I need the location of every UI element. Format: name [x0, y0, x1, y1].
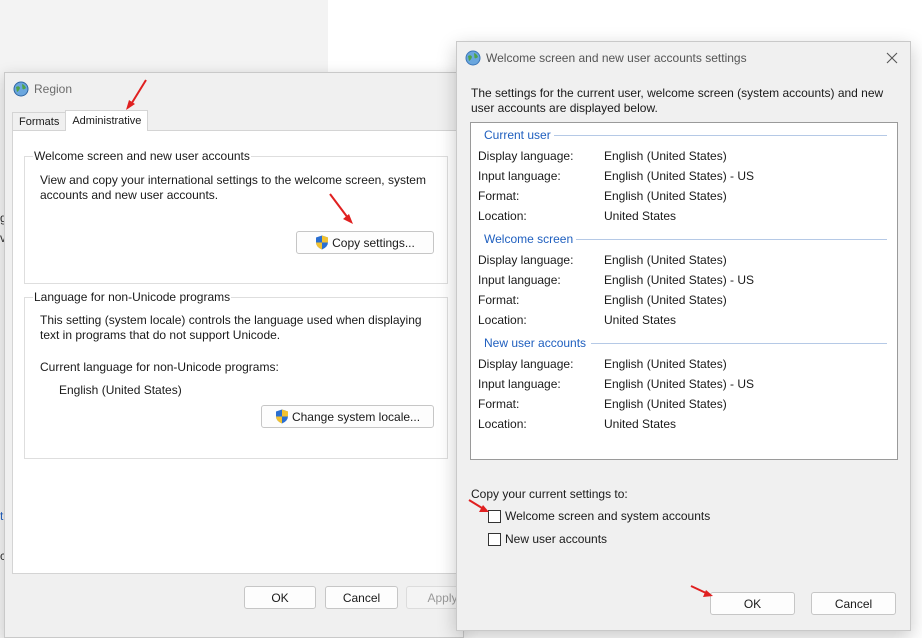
- copy-settings-button[interactable]: Copy settings...: [296, 231, 434, 254]
- tab-administrative[interactable]: Administrative: [65, 110, 149, 131]
- new-user-accounts-checkbox[interactable]: [488, 532, 501, 546]
- row-label: Display language:: [478, 149, 574, 163]
- region-title-bar[interactable]: Region: [5, 73, 463, 105]
- row-value: English (United States): [604, 357, 727, 371]
- change-system-locale-button[interactable]: Change system locale...: [261, 405, 434, 428]
- row-value: United States: [604, 417, 677, 431]
- region-tabs: Formats Administrative: [12, 110, 149, 131]
- welcome-screen-checkbox-row[interactable]: Welcome screen and system accounts: [488, 509, 710, 523]
- current-language-label: Current language for non-Unicode program…: [40, 360, 279, 374]
- welcome-cancel-button[interactable]: Cancel: [811, 592, 896, 615]
- shield-icon: [316, 235, 329, 250]
- region-title: Region: [34, 82, 73, 96]
- section-divider: [575, 239, 887, 240]
- section-heading-current-user: Current user: [484, 128, 554, 142]
- copy-to-label: Copy your current settings to:: [471, 487, 628, 501]
- row-label: Format:: [478, 189, 520, 203]
- change-system-locale-label: Change system locale...: [291, 409, 421, 424]
- row-value: United States: [604, 209, 677, 223]
- row-label: Input language:: [478, 273, 561, 287]
- row-label: Input language:: [478, 377, 561, 391]
- annotation-arrow-icon: [690, 585, 713, 597]
- welcome-ok-button[interactable]: OK: [710, 592, 795, 615]
- new-user-accounts-checkbox-row[interactable]: New user accounts: [488, 532, 607, 546]
- row-label: Display language:: [478, 357, 574, 371]
- current-language-value: English (United States): [59, 383, 182, 397]
- globe-icon: [465, 50, 481, 66]
- section-divider: [551, 135, 887, 136]
- row-label: Location:: [478, 417, 527, 431]
- annotation-arrow-icon: [468, 499, 489, 512]
- welcome-screen-checkbox-label: Welcome screen and system accounts: [505, 509, 711, 523]
- settings-summary-box: Current user Display language: English (…: [470, 122, 898, 460]
- row-value: English (United States): [604, 149, 727, 163]
- unicode-group: Language for non-Unicode programs This s…: [24, 290, 448, 459]
- administrative-panel: Welcome screen and new user accounts Vie…: [12, 130, 458, 574]
- welcome-settings-dialog: Welcome screen and new user accounts set…: [456, 41, 911, 631]
- section-heading-new-user-accounts: New user accounts: [484, 336, 590, 350]
- background-text-fragment: t: [0, 509, 4, 523]
- row-value: English (United States): [604, 293, 727, 307]
- tab-formats[interactable]: Formats: [12, 112, 67, 131]
- new-user-accounts-checkbox-label: New user accounts: [505, 532, 608, 546]
- row-value: English (United States) - US: [604, 377, 755, 391]
- row-value: English (United States): [604, 397, 727, 411]
- welcome-group-description: View and copy your international setting…: [40, 173, 426, 202]
- row-value: English (United States): [604, 253, 727, 267]
- unicode-group-title: Language for non-Unicode programs: [33, 290, 232, 304]
- region-cancel-button[interactable]: Cancel: [325, 586, 398, 609]
- section-divider: [591, 343, 887, 344]
- row-label: Input language:: [478, 169, 561, 183]
- row-label: Format:: [478, 397, 520, 411]
- row-value: English (United States): [604, 189, 727, 203]
- globe-icon: [13, 81, 29, 97]
- annotation-arrow-icon: [329, 193, 353, 224]
- row-label: Format:: [478, 293, 520, 307]
- copy-settings-label: Copy settings...: [332, 235, 415, 250]
- row-value: United States: [604, 313, 677, 327]
- close-icon[interactable]: [880, 46, 904, 70]
- shield-icon: [275, 409, 288, 424]
- welcome-title-bar[interactable]: Welcome screen and new user accounts set…: [457, 42, 910, 74]
- welcome-group-title: Welcome screen and new user accounts: [33, 149, 251, 163]
- row-label: Location:: [478, 209, 527, 223]
- row-label: Display language:: [478, 253, 574, 267]
- section-heading-welcome-screen: Welcome screen: [484, 232, 577, 246]
- region-dialog: Region Formats Administrative Welcome sc…: [4, 72, 479, 638]
- annotation-arrow-icon: [126, 79, 147, 110]
- unicode-group-description: This setting (system locale) controls th…: [40, 313, 422, 342]
- row-value: English (United States) - US: [604, 273, 755, 287]
- row-value: English (United States) - US: [604, 169, 755, 183]
- row-label: Location:: [478, 313, 527, 327]
- welcome-group: Welcome screen and new user accounts Vie…: [24, 149, 448, 284]
- welcome-title: Welcome screen and new user accounts set…: [486, 51, 747, 65]
- welcome-intro: The settings for the current user, welco…: [471, 86, 884, 115]
- region-ok-button[interactable]: OK: [244, 586, 316, 609]
